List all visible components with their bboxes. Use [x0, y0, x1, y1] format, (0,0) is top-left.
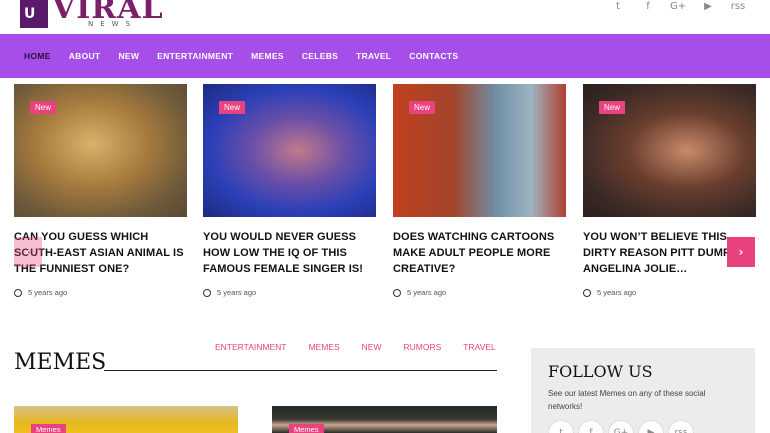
widget-title: FOLLOW US — [548, 362, 653, 381]
category-badge[interactable]: Memes — [31, 424, 66, 433]
card-time: 5 years ago — [597, 288, 637, 297]
featured-card[interactable]: New DOES WATCHING CARTOONS MAKE ADULT PE… — [393, 84, 566, 297]
tab-memes[interactable]: MEMES — [308, 342, 339, 352]
widget-text: See our latest Memes on any of these soc… — [548, 389, 706, 411]
card-time: 5 years ago — [28, 288, 68, 297]
nav-item-entertainment[interactable]: ENTERTAINMENT — [157, 51, 233, 61]
category-badge[interactable]: New — [409, 101, 436, 114]
logo-mark: U — [20, 0, 48, 28]
tab-entertainment[interactable]: ENTERTAINMENT — [215, 342, 286, 352]
section-divider — [104, 370, 497, 371]
card-title[interactable]: YOU WOULD NEVER GUESS HOW LOW THE IQ OF … — [203, 229, 376, 277]
twitter-icon[interactable]: t — [610, 1, 626, 12]
category-badge[interactable]: Memes — [289, 424, 324, 433]
category-badge[interactable]: New — [30, 101, 57, 114]
facebook-icon[interactable]: f — [640, 1, 656, 12]
clock-icon — [393, 288, 401, 297]
meme-card[interactable]: Memes — [14, 406, 238, 433]
chevron-right-icon: › — [738, 245, 744, 259]
card-image[interactable]: New — [203, 84, 376, 217]
category-badge[interactable]: New — [219, 101, 246, 114]
clock-icon — [14, 288, 22, 297]
youtube-icon[interactable]: ▶ — [638, 420, 664, 433]
meme-card[interactable]: Memes — [272, 406, 497, 433]
card-meta: 5 years ago — [14, 288, 67, 297]
google-plus-icon[interactable]: G+ — [670, 1, 686, 12]
facebook-icon[interactable]: f — [578, 420, 604, 433]
google-plus-icon[interactable]: G+ — [608, 420, 634, 433]
nav-item-travel[interactable]: TRAVEL — [356, 51, 391, 61]
chevron-left-icon: ‹ — [25, 245, 31, 259]
nav-item-celebs[interactable]: CELEBS — [302, 51, 338, 61]
card-meta: 5 years ago — [393, 288, 446, 297]
card-meta: 5 years ago — [203, 288, 256, 297]
nav-item-contacts[interactable]: CONTACTS — [409, 51, 458, 61]
youtube-icon[interactable]: ▶ — [700, 1, 716, 12]
clock-icon — [203, 288, 211, 297]
nav-item-memes[interactable]: MEMES — [251, 51, 284, 61]
site-logo[interactable]: U VIRAL NEWS — [20, 0, 163, 30]
card-title[interactable]: DOES WATCHING CARTOONS MAKE ADULT PEOPLE… — [393, 229, 566, 277]
card-time: 5 years ago — [407, 288, 447, 297]
tab-new[interactable]: NEW — [362, 342, 382, 352]
tab-travel[interactable]: TRAVEL — [463, 342, 495, 352]
card-meta: 5 years ago — [583, 288, 636, 297]
logo-mark-letter: U — [24, 6, 36, 22]
memes-category-tabs: ENTERTAINMENT MEMES NEW RUMORS TRAVEL — [215, 342, 496, 352]
card-time: 5 years ago — [217, 288, 257, 297]
card-image[interactable]: New — [393, 84, 566, 217]
card-image[interactable]: New — [583, 84, 756, 217]
follow-social-links: t f G+ ▶ rss — [548, 420, 694, 433]
clock-icon — [583, 288, 591, 297]
rss-icon[interactable]: rss — [668, 420, 694, 433]
section-title: MEMES — [14, 350, 107, 375]
tab-rumors[interactable]: RUMORS — [403, 342, 441, 352]
slider-prev-button[interactable]: ‹ — [14, 237, 42, 267]
nav-item-home[interactable]: HOME — [24, 51, 51, 61]
main-nav: HOME ABOUT NEW ENTERTAINMENT MEMES CELEB… — [0, 34, 770, 78]
rss-icon[interactable]: rss — [730, 1, 746, 12]
card-image[interactable]: New — [14, 84, 187, 217]
nav-item-about[interactable]: ABOUT — [69, 51, 101, 61]
category-badge[interactable]: New — [599, 101, 626, 114]
follow-us-widget: FOLLOW US See our latest Memes on any of… — [531, 348, 755, 433]
logo-subtitle: NEWS — [88, 20, 138, 28]
slider-next-button[interactable]: › — [727, 237, 755, 267]
top-bar: U VIRAL NEWS t f G+ ▶ rss — [0, 0, 770, 34]
featured-slider: New CAN YOU GUESS WHICH SOUTH-EAST ASIAN… — [0, 84, 770, 304]
social-links: t f G+ ▶ rss — [610, 1, 746, 12]
featured-card[interactable]: New YOU WOULD NEVER GUESS HOW LOW THE IQ… — [203, 84, 376, 297]
twitter-icon[interactable]: t — [548, 420, 574, 433]
nav-item-new[interactable]: NEW — [118, 51, 139, 61]
